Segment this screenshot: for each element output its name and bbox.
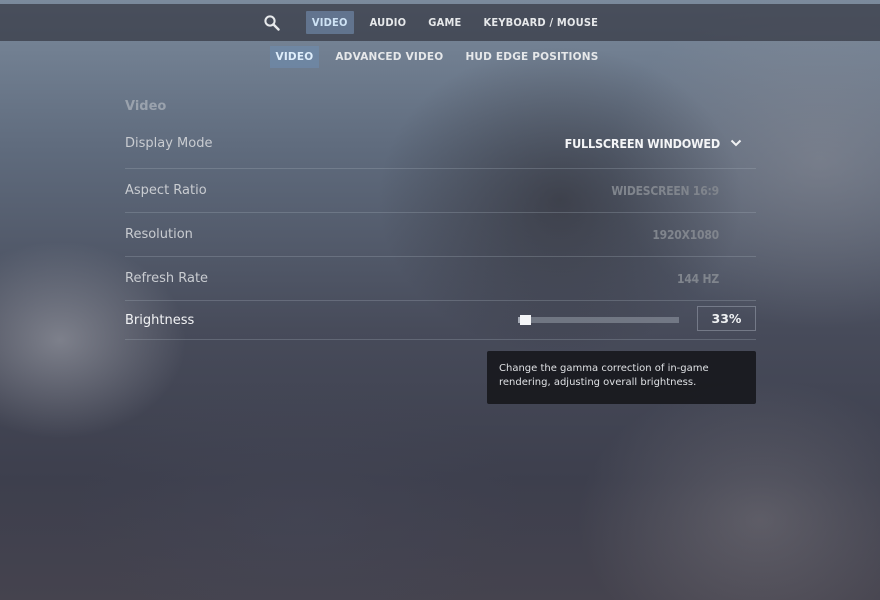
tab-game[interactable]: GAME — [422, 11, 467, 34]
tab-keyboard-mouse[interactable]: KEYBOARD / MOUSE — [477, 11, 604, 34]
brightness-slider-handle[interactable] — [520, 315, 532, 325]
subtab-video[interactable]: VIDEO — [269, 46, 320, 68]
sub-navigation-tabs: VIDEO ADVANCED VIDEO HUD EDGE POSITIONS — [265, 46, 610, 68]
display-mode-dropdown[interactable]: FULLSCREEN WINDOWED — [565, 136, 742, 151]
display-mode-value: FULLSCREEN WINDOWED — [564, 135, 721, 151]
search-button[interactable] — [261, 12, 283, 34]
aspect-ratio-label: Aspect Ratio — [125, 183, 207, 198]
resolution-value: 1920X1080 — [652, 227, 719, 242]
subtab-hud-edge-positions[interactable]: HUD EDGE POSITIONS — [459, 46, 604, 68]
top-navigation-tabs: VIDEO AUDIO GAME KEYBOARD / MOUSE — [261, 11, 609, 34]
top-navigation-bar: VIDEO AUDIO GAME KEYBOARD / MOUSE — [0, 4, 880, 41]
tab-video[interactable]: VIDEO — [305, 11, 354, 34]
refresh-rate-value: 144 HZ — [677, 271, 719, 286]
subtab-advanced-video[interactable]: ADVANCED VIDEO — [329, 46, 449, 68]
brightness-value-field[interactable]: 33% — [697, 306, 756, 331]
video-settings-panel: Video Display Mode FULLSCREEN WINDOWED A… — [125, 96, 756, 340]
setting-row-brightness: Brightness 33% — [125, 301, 756, 340]
brightness-label: Brightness — [125, 312, 195, 328]
tab-audio[interactable]: AUDIO — [364, 11, 413, 34]
refresh-rate-label: Refresh Rate — [125, 271, 209, 286]
display-mode-label: Display Mode — [125, 135, 213, 151]
setting-row-aspect-ratio: Aspect Ratio WIDESCREEN 16:9 — [125, 169, 756, 213]
setting-row-display-mode: Display Mode FULLSCREEN WINDOWED — [125, 118, 756, 169]
sub-navigation-bar: VIDEO ADVANCED VIDEO HUD EDGE POSITIONS — [0, 45, 880, 69]
setting-row-resolution: Resolution 1920X1080 — [125, 213, 756, 257]
search-icon — [264, 14, 280, 31]
resolution-label: Resolution — [125, 227, 193, 242]
brightness-slider[interactable] — [518, 315, 679, 325]
setting-row-refresh-rate: Refresh Rate 144 HZ — [125, 257, 756, 301]
section-title: Video — [125, 99, 167, 114]
brightness-tooltip: Change the gamma correction of in-game r… — [487, 351, 756, 404]
chevron-down-icon — [730, 139, 742, 147]
aspect-ratio-value: WIDESCREEN 16:9 — [611, 183, 719, 198]
